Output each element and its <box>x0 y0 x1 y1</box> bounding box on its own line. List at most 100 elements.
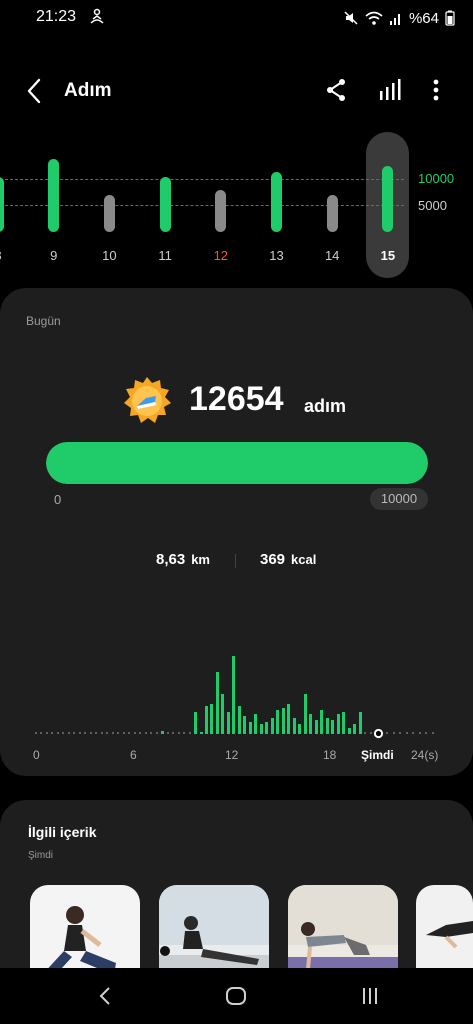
hour-bar <box>309 714 313 734</box>
hourly-steps-chart[interactable]: 0 6 12 18 Şimdi 24(s) <box>30 628 450 762</box>
hour-bar <box>292 718 296 734</box>
day-bar[interactable] <box>326 194 338 232</box>
hour-bar <box>303 694 307 734</box>
hour-baseline-dot <box>369 732 372 734</box>
hour-baseline-dot <box>166 732 169 734</box>
hour-axis-label: 12 <box>225 748 239 762</box>
hour-bar <box>314 720 318 734</box>
hour-baseline-dot <box>78 732 81 734</box>
day-label[interactable]: 10 <box>94 248 124 263</box>
day-bar[interactable] <box>215 190 227 232</box>
hour-bar <box>353 724 357 734</box>
goal-label-5000: 5000 <box>418 198 447 213</box>
nav-recents-icon[interactable] <box>358 984 382 1008</box>
metric-divider <box>235 554 236 568</box>
day-label[interactable]: 15 <box>373 248 403 263</box>
day-bar[interactable] <box>159 177 171 232</box>
achievement-badge-icon <box>124 377 171 423</box>
hour-baseline-dot <box>155 732 158 734</box>
hour-baseline-dot <box>117 732 120 734</box>
hour-bar <box>347 728 351 734</box>
nav-home-icon[interactable] <box>224 984 248 1008</box>
hour-bar <box>320 710 324 734</box>
hour-baseline-dot <box>139 732 142 734</box>
hour-axis-label: 18 <box>323 748 337 762</box>
hour-bar <box>325 718 329 734</box>
hour-baseline-dot <box>133 732 136 734</box>
day-bar[interactable] <box>103 194 115 232</box>
trends-icon[interactable] <box>376 76 404 104</box>
mute-icon <box>344 11 358 25</box>
day-bar[interactable] <box>48 159 60 232</box>
hour-baseline-dot <box>67 732 70 734</box>
hour-bar <box>331 720 335 734</box>
now-marker-icon <box>373 728 384 739</box>
hour-bar <box>254 714 258 734</box>
hour-baseline-dot <box>405 732 408 734</box>
hour-bar <box>281 708 285 734</box>
day-label[interactable]: 14 <box>317 248 347 263</box>
app-bar: Adım <box>0 64 473 118</box>
status-time: 21:23 <box>36 8 77 25</box>
hour-bar <box>342 712 346 734</box>
hour-baseline-dot <box>399 732 401 734</box>
hour-axis-label: 0 <box>33 748 40 762</box>
hour-baseline-dot <box>95 732 98 734</box>
hour-bar <box>298 724 302 734</box>
progress-goal-badge[interactable]: 10000 <box>370 488 428 510</box>
hour-baseline-dot <box>412 732 414 734</box>
day-bar[interactable] <box>0 177 4 232</box>
hour-baseline-dot <box>188 732 191 734</box>
day-bar[interactable] <box>382 166 394 232</box>
step-count: 12654 <box>189 380 284 418</box>
day-label[interactable]: 13 <box>262 248 292 263</box>
day-label[interactable]: 12 <box>206 248 236 263</box>
hour-baseline-dot <box>111 732 114 734</box>
hour-bar <box>259 724 263 734</box>
hour-bar <box>336 714 340 734</box>
hour-baseline-dot <box>150 732 153 734</box>
hour-bar <box>161 731 165 734</box>
system-nav-bar <box>0 968 473 1024</box>
hour-bar <box>243 716 247 734</box>
hour-baseline-dot <box>386 732 388 734</box>
hour-baseline-dot <box>425 732 427 734</box>
day-label[interactable]: 11 <box>150 248 180 263</box>
back-arrow-icon[interactable] <box>20 76 50 106</box>
hour-bar <box>358 712 362 734</box>
day-label[interactable]: 9 <box>39 248 69 263</box>
hour-bar <box>205 706 208 734</box>
hour-baseline-dot <box>106 732 109 734</box>
status-bar: 21:23 %64 <box>0 0 473 36</box>
share-icon[interactable] <box>322 76 350 104</box>
hour-baseline-dot <box>183 732 186 734</box>
hour-bar <box>270 718 274 734</box>
day-label[interactable]: 8 <box>0 248 13 263</box>
battery-icon <box>445 10 455 26</box>
hour-bar <box>248 722 252 734</box>
hour-bar <box>232 656 236 734</box>
hour-bar <box>237 706 241 734</box>
hour-axis-label: 6 <box>130 748 137 762</box>
goal-progress-bar <box>46 442 428 484</box>
goal-label-10000: 10000 <box>418 171 455 186</box>
hour-baseline-dot <box>100 732 103 734</box>
distance-metric: 8,63 km <box>156 551 210 568</box>
weekly-steps-chart[interactable]: 10000 5000 8 9 10 11 12 13 14 15 <box>0 128 473 278</box>
hour-bar <box>194 712 198 734</box>
distance-unit: km <box>191 552 210 567</box>
related-title: İlgili içerik <box>28 824 97 840</box>
hour-baseline-dot <box>73 732 76 734</box>
hour-baseline-dot <box>51 732 54 734</box>
nav-back-icon[interactable] <box>94 984 118 1008</box>
hour-baseline-dot <box>56 732 59 734</box>
hour-bar <box>210 704 214 734</box>
hour-axis-now-label: Şimdi <box>361 748 394 762</box>
more-options-icon[interactable] <box>424 76 448 104</box>
related-subtitle: Şimdi <box>28 850 54 861</box>
hour-baseline-dot <box>392 732 395 734</box>
status-indicators: %64 <box>343 8 455 28</box>
meditation-icon <box>90 8 104 24</box>
day-bar[interactable] <box>271 172 282 232</box>
hour-baseline-dot <box>144 732 147 734</box>
